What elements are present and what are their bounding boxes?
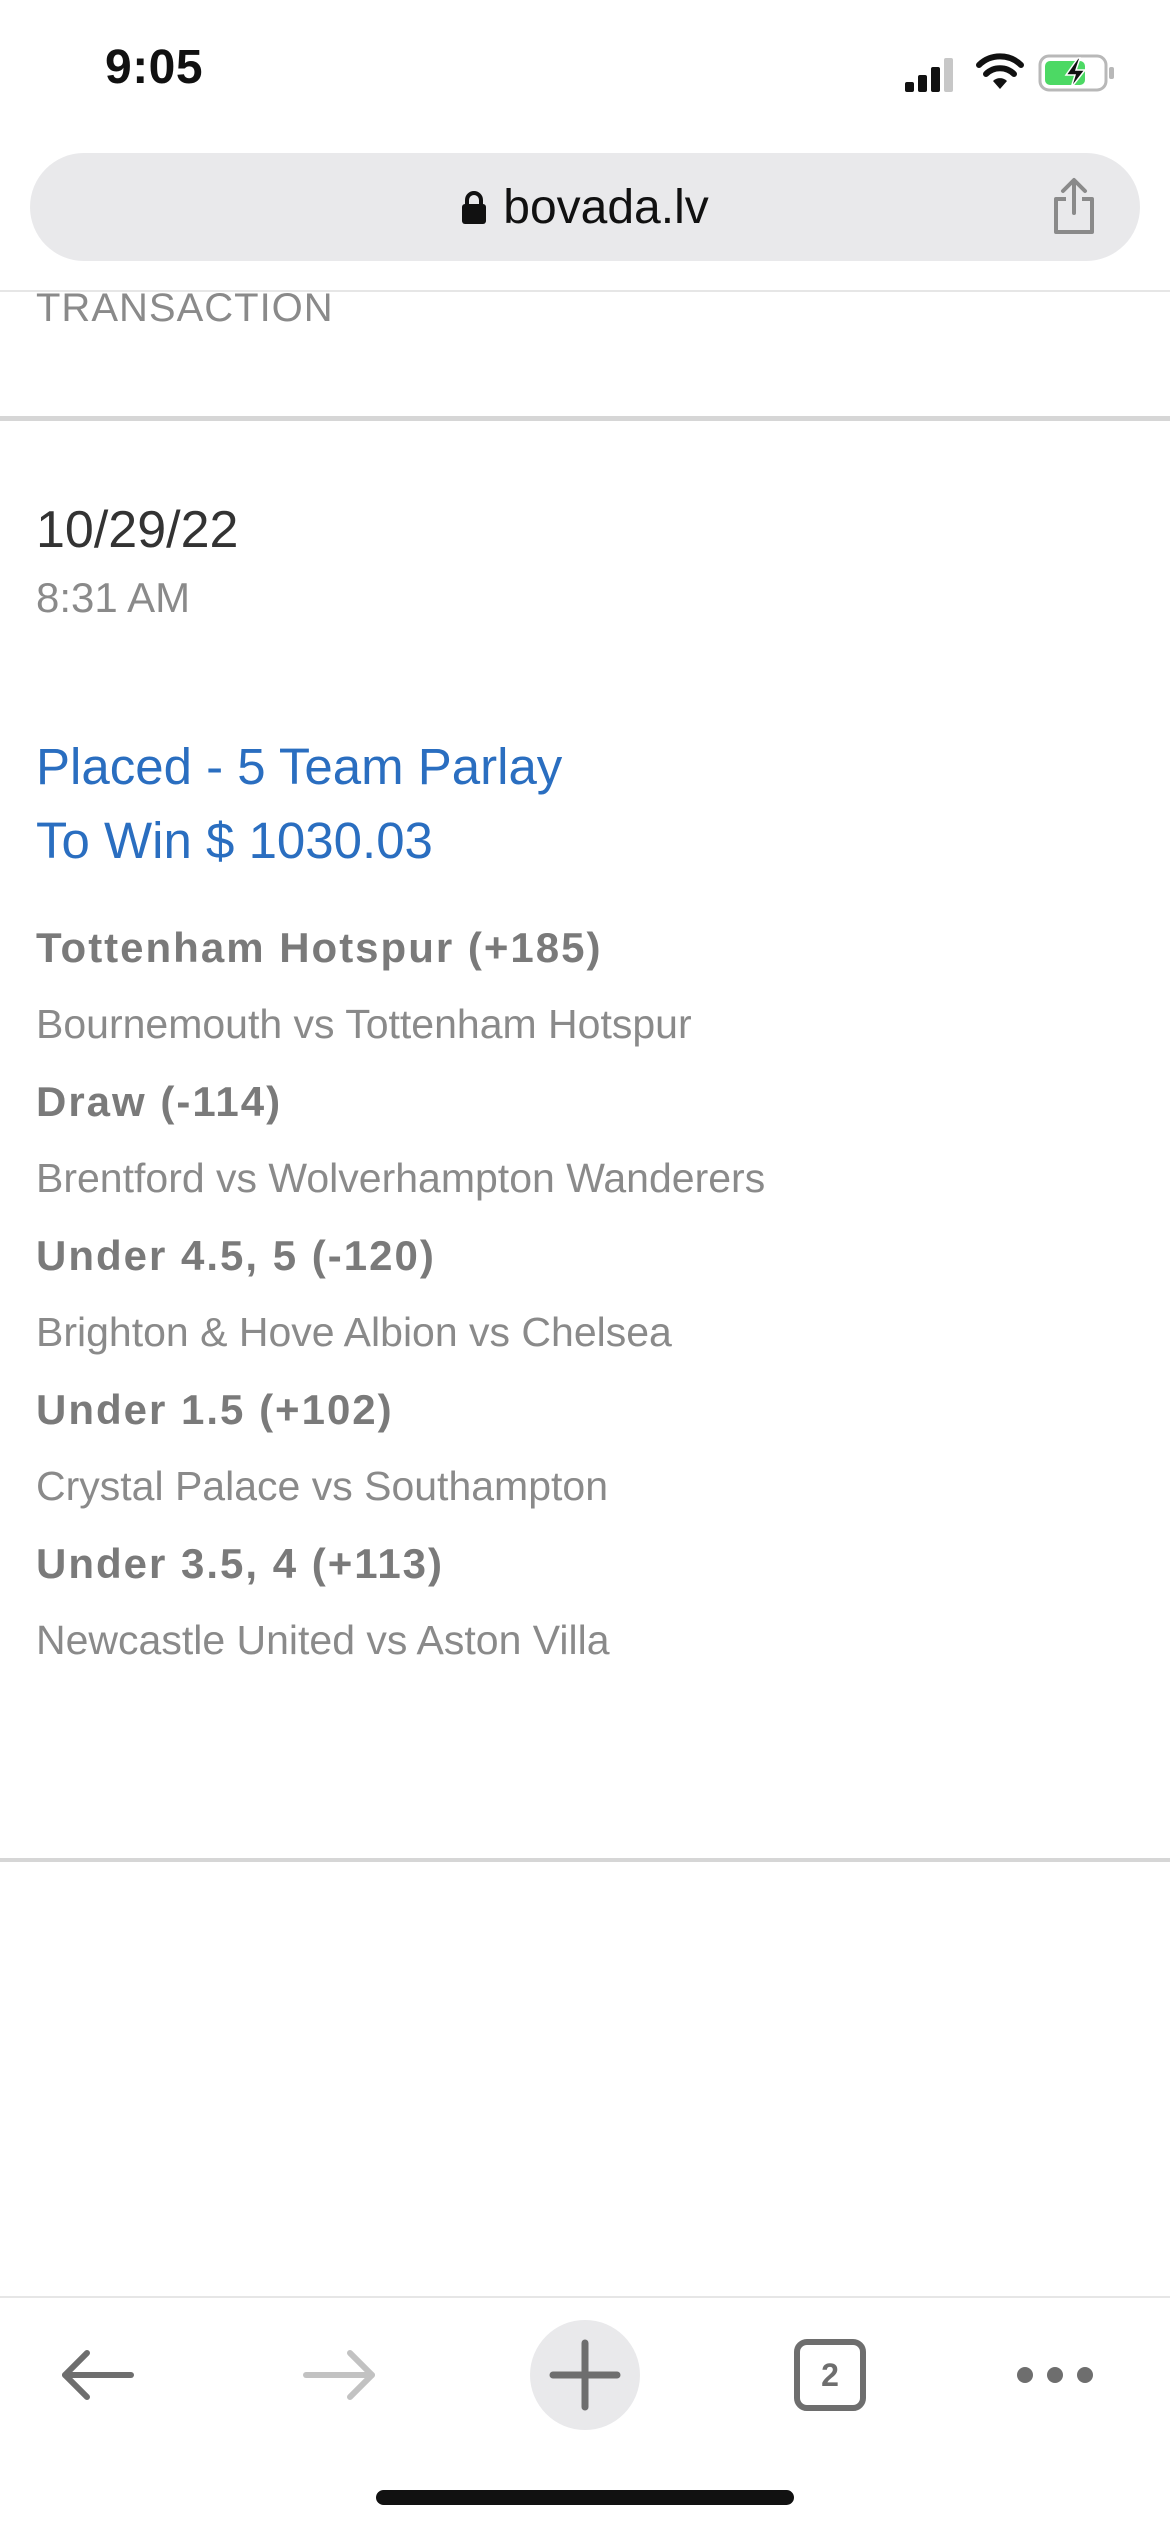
leg-pick: Under 3.5, 4 (+113) — [36, 1540, 445, 1587]
tabs-button[interactable]: 2 — [775, 2320, 885, 2430]
section-label: TRANSACTION — [36, 286, 334, 330]
leg-pick: Draw (-114) — [36, 1078, 283, 1125]
transaction-title[interactable]: Placed - 5 Team Parlay To Win $ 1030.03 — [36, 730, 562, 878]
transaction-date: 10/29/22 — [36, 501, 239, 559]
tabs-count: 2 — [821, 2356, 839, 2393]
section-divider — [0, 416, 1170, 421]
leg-match: Brighton & Hove Albion vs Chelsea — [36, 1309, 672, 1355]
url-text: bovada.lv — [503, 180, 709, 234]
back-button[interactable] — [42, 2320, 152, 2430]
leg-match: Crystal Palace vs Southampton — [36, 1463, 608, 1509]
parlay-leg: Under 4.5, 5 (-120) Brighton & Hove Albi… — [36, 1226, 1136, 1380]
page: 9:05 bovada.lv TRANSACTION 10/29/22 8:31… — [0, 0, 1170, 2532]
transaction-title-line2: To Win $ 1030.03 — [36, 812, 433, 869]
share-icon[interactable] — [1050, 177, 1098, 235]
parlay-leg: Under 3.5, 4 (+113) Newcastle United vs … — [36, 1534, 1136, 1688]
status-bar: 9:05 — [0, 0, 1170, 150]
status-time: 9:05 — [105, 41, 204, 94]
wifi-icon — [976, 53, 1024, 89]
transaction-title-line1: Placed - 5 Team Parlay — [36, 738, 563, 795]
lock-icon — [462, 191, 487, 224]
plus-icon — [549, 2339, 621, 2411]
home-indicator[interactable] — [376, 2490, 794, 2505]
more-button[interactable] — [1000, 2320, 1110, 2430]
leg-pick: Under 1.5 (+102) — [36, 1386, 394, 1433]
address-bar-content: bovada.lv — [30, 153, 1140, 261]
battery-charging-icon — [1038, 54, 1114, 92]
more-icon — [1017, 2367, 1093, 2383]
forward-arrow-icon — [303, 2350, 375, 2400]
leg-match: Bournemouth vs Tottenham Hotspur — [36, 1001, 692, 1047]
new-tab-button[interactable] — [530, 2320, 640, 2430]
address-bar[interactable]: bovada.lv — [30, 153, 1140, 261]
parlay-leg: Tottenham Hotspur (+185) Bournemouth vs … — [36, 918, 1136, 1072]
leg-pick: Under 4.5, 5 (-120) — [36, 1232, 436, 1279]
leg-pick: Tottenham Hotspur (+185) — [36, 924, 603, 971]
cellular-signal-icon — [905, 58, 953, 92]
leg-match: Brentford vs Wolverhampton Wanderers — [36, 1155, 766, 1201]
back-arrow-icon — [62, 2350, 134, 2400]
parlay-legs: Tottenham Hotspur (+185) Bournemouth vs … — [36, 918, 1136, 1688]
transaction-time: 8:31 AM — [36, 574, 191, 621]
forward-button[interactable] — [285, 2320, 395, 2430]
parlay-leg: Draw (-114) Brentford vs Wolverhampton W… — [36, 1072, 1136, 1226]
leg-match: Newcastle United vs Aston Villa — [36, 1617, 610, 1663]
parlay-leg: Under 1.5 (+102) Crystal Palace vs South… — [36, 1380, 1136, 1534]
content-divider — [0, 1858, 1170, 1862]
